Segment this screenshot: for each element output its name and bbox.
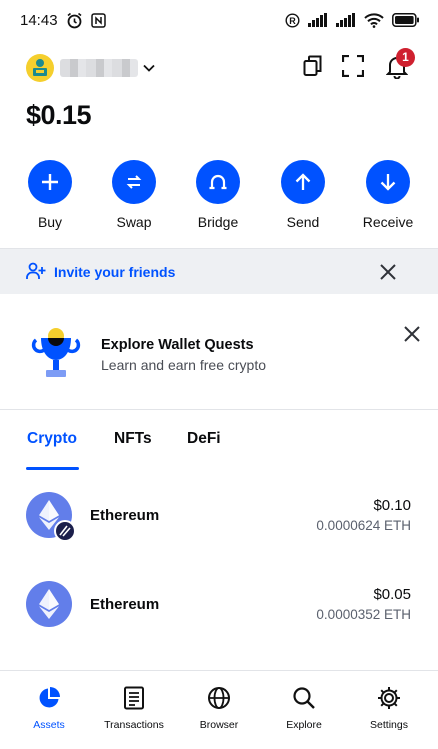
bridge-label: Bridge xyxy=(197,214,239,230)
quest-subtitle: Learn and earn free crypto xyxy=(101,357,266,373)
buy-label: Buy xyxy=(37,214,63,230)
status-time: 14:43 xyxy=(20,11,58,29)
wallet-name-redacted[interactable] xyxy=(60,59,138,77)
battery-icon xyxy=(392,13,419,27)
asset-tabs: Crypto NFTs DeFi xyxy=(0,430,438,470)
send-button[interactable]: Send xyxy=(263,160,343,230)
chevron-down-icon[interactable] xyxy=(142,61,156,75)
quest-title: Explore Wallet Quests xyxy=(101,337,254,353)
nav-settings-label: Settings xyxy=(370,719,408,731)
nav-transactions-label: Transactions xyxy=(104,719,164,731)
arrow-down-icon xyxy=(380,174,396,191)
nfc-icon xyxy=(90,12,106,28)
nav-settings[interactable]: Settings xyxy=(345,686,433,731)
send-label: Send xyxy=(286,214,320,230)
scan-qr-icon[interactable] xyxy=(342,55,364,77)
bridge-icon xyxy=(209,174,227,190)
active-tab-indicator xyxy=(26,467,79,470)
asset-amount: 0.0000624 ETH xyxy=(316,518,411,533)
quick-actions: Buy Swap Bridge Send Receive xyxy=(0,160,438,232)
pie-chart-icon xyxy=(39,687,60,708)
tab-nfts[interactable]: NFTs xyxy=(114,430,152,448)
signal-icon-2 xyxy=(336,13,355,27)
trophy-icon xyxy=(31,328,81,377)
receive-button[interactable]: Receive xyxy=(348,160,428,230)
asset-fiat-value: $0.10 xyxy=(373,497,411,514)
search-icon xyxy=(293,687,315,709)
list-item[interactable]: Ethereum $0.05 0.0000352 ETH xyxy=(0,579,438,639)
network-badge-icon xyxy=(54,520,76,542)
svg-text:R: R xyxy=(289,16,296,26)
gear-icon xyxy=(378,687,400,709)
avatar-figure-icon xyxy=(33,59,47,76)
nav-assets-label: Assets xyxy=(33,719,65,731)
alarm-icon xyxy=(67,12,82,28)
wifi-icon xyxy=(364,12,384,28)
tab-defi[interactable]: DeFi xyxy=(187,430,221,448)
list-item[interactable]: Ethereum $0.10 0.0000624 ETH xyxy=(0,490,438,550)
nav-transactions[interactable]: Transactions xyxy=(90,686,178,731)
invite-banner[interactable]: Invite your friends xyxy=(0,248,438,294)
bridge-button[interactable]: Bridge xyxy=(178,160,258,230)
close-icon[interactable] xyxy=(378,262,398,282)
tab-crypto[interactable]: Crypto xyxy=(27,430,77,448)
swap-button[interactable]: Swap xyxy=(94,160,174,230)
asset-amount: 0.0000352 ETH xyxy=(316,607,411,622)
total-balance: $0.15 xyxy=(26,100,92,130)
wallet-quests-card[interactable]: Explore Wallet Quests Learn and earn fre… xyxy=(0,300,438,410)
ethereum-logo-icon xyxy=(26,581,72,627)
receive-label: Receive xyxy=(362,214,414,230)
nav-browser[interactable]: Browser xyxy=(175,686,263,731)
wallet-header: 1 xyxy=(0,48,438,88)
copy-icon[interactable] xyxy=(303,55,323,77)
swap-icon xyxy=(126,175,142,189)
document-icon xyxy=(124,686,144,710)
plus-icon xyxy=(42,174,58,190)
bottom-navigation: Assets Transactions Browser Explore Sett… xyxy=(0,670,438,749)
nav-explore[interactable]: Explore xyxy=(260,686,348,731)
status-bar: 14:43 R xyxy=(0,0,438,40)
swap-label: Swap xyxy=(116,214,152,230)
arrow-up-icon xyxy=(295,173,311,190)
asset-fiat-value: $0.05 xyxy=(373,586,411,603)
asset-name: Ethereum xyxy=(90,507,160,524)
globe-icon xyxy=(208,687,230,709)
add-user-icon xyxy=(26,262,46,279)
nav-explore-label: Explore xyxy=(286,719,322,731)
nav-browser-label: Browser xyxy=(199,719,239,731)
asset-name: Ethereum xyxy=(90,596,160,613)
nav-assets[interactable]: Assets xyxy=(5,686,93,731)
signal-icon xyxy=(308,13,327,27)
registered-icon: R xyxy=(285,12,300,28)
buy-button[interactable]: Buy xyxy=(10,160,90,230)
close-quest-icon[interactable] xyxy=(402,324,422,344)
avatar[interactable] xyxy=(26,54,54,82)
invite-friends-link[interactable]: Invite your friends xyxy=(54,264,175,280)
notification-badge: 1 xyxy=(396,48,415,67)
